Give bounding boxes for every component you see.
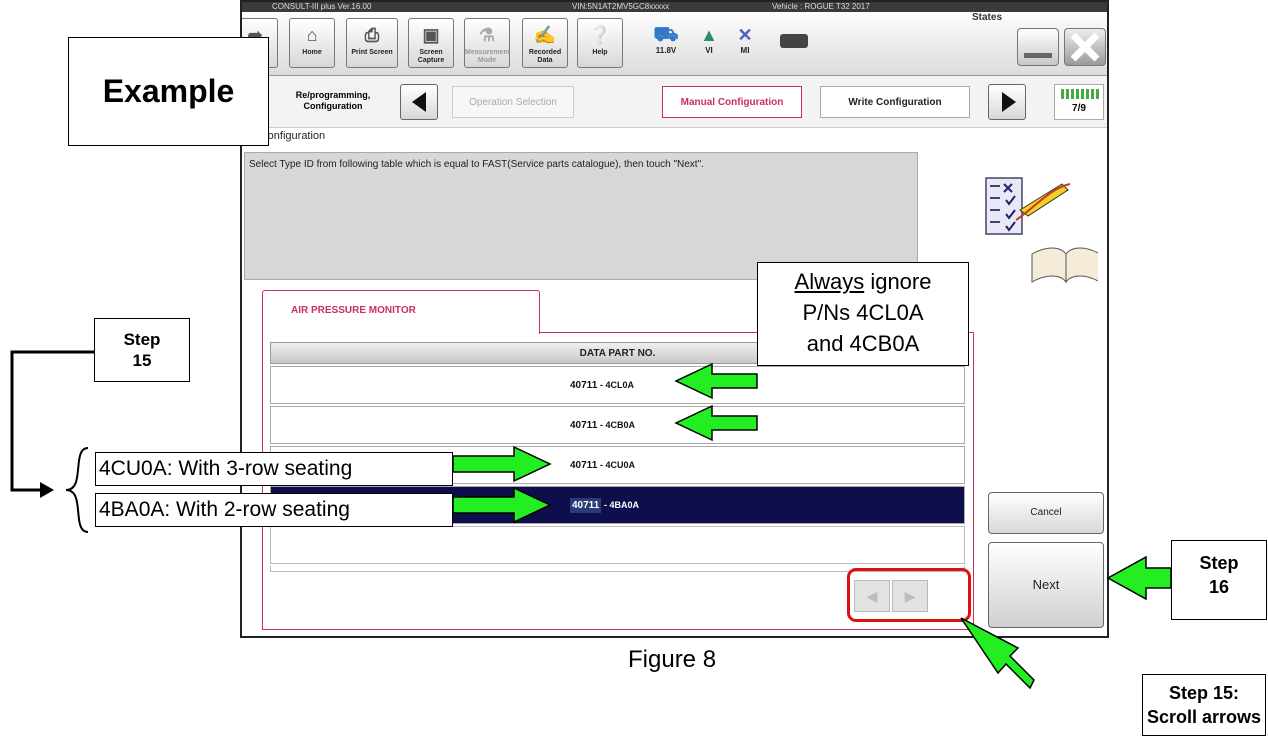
- curly-brace-icon: [65, 447, 89, 533]
- annotation-overlay: [10, 350, 1172, 690]
- document-figure: CONSULT-III plus Ver.16.00 VIN:5N1AT2MV5…: [0, 0, 1268, 736]
- green-arrow-left-icon: [674, 362, 758, 400]
- green-arrow-diagonal-icon: [960, 617, 1035, 690]
- green-arrow-left-icon: [674, 404, 758, 442]
- green-arrow-right-icon: [452, 486, 552, 524]
- green-arrow-left-icon: [1106, 555, 1172, 601]
- connector-arrowhead-icon: [40, 482, 54, 498]
- green-arrow-right-icon: [452, 445, 552, 483]
- step-15-connector-line: [10, 350, 95, 492]
